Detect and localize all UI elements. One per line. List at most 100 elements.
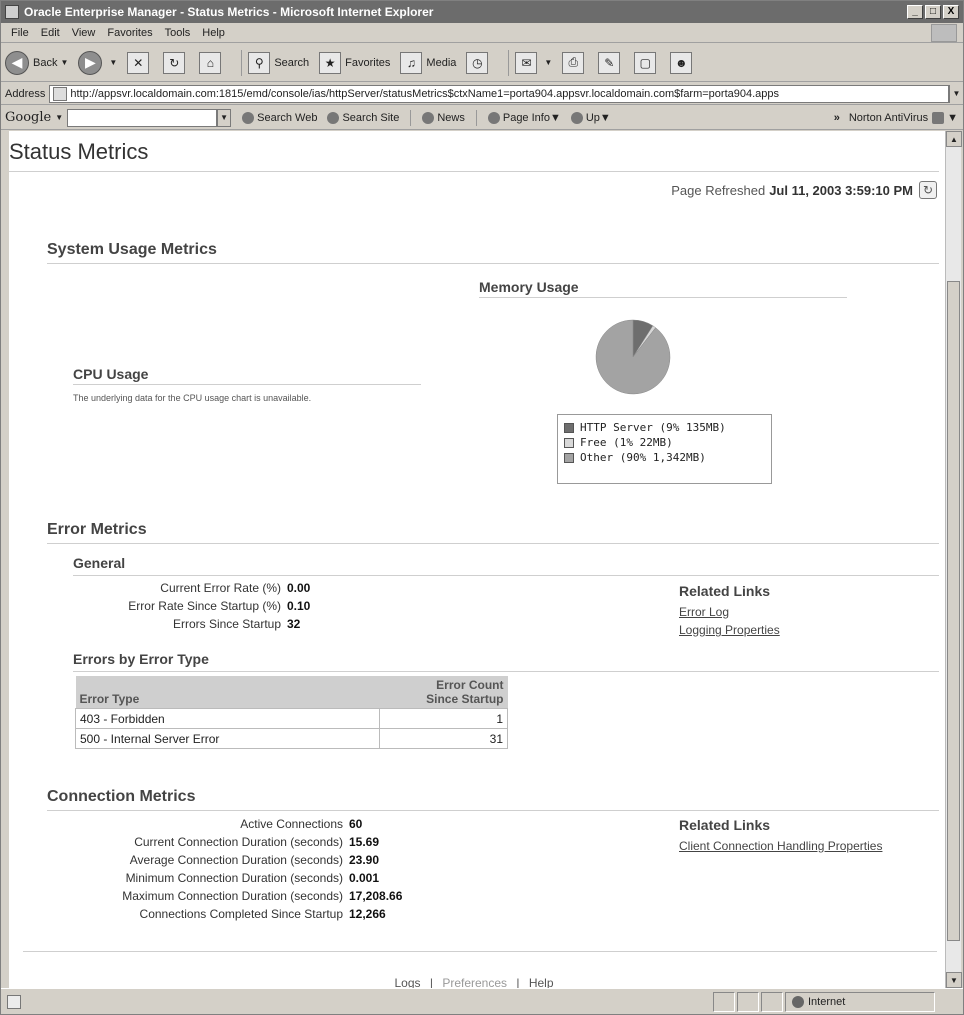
footer-help-link[interactable]: Help bbox=[529, 976, 554, 988]
messenger-button[interactable]: ☻ bbox=[670, 51, 696, 74]
discuss-button[interactable]: ▢ bbox=[634, 51, 660, 74]
legend-label: Free (1% 22MB) bbox=[580, 436, 673, 449]
google-toolbar: Google ▼ ▼ Search Web Search Site News P… bbox=[1, 106, 963, 130]
chevron-down-icon[interactable]: ▼ bbox=[109, 58, 117, 67]
kv-row: Errors Since Startup 32 bbox=[49, 617, 300, 631]
print-button[interactable]: ⎙ bbox=[562, 51, 588, 74]
printer-icon: ⎙ bbox=[562, 51, 585, 74]
kv-value: 32 bbox=[287, 617, 301, 631]
more-chevron-icon[interactable]: » bbox=[834, 112, 840, 124]
favorites-button[interactable]: ★ Favorites bbox=[319, 51, 390, 74]
address-bar: Address http://appsvr.localdomain.com:18… bbox=[1, 83, 963, 105]
media-button[interactable]: ♫ Media bbox=[400, 51, 456, 74]
kv-label: Connections Completed Since Startup bbox=[139, 907, 343, 921]
discuss-icon: ▢ bbox=[634, 51, 657, 74]
binoculars-icon bbox=[242, 111, 255, 124]
error-log-link[interactable]: Error Log bbox=[679, 605, 729, 619]
address-dropdown-button[interactable]: ▼ bbox=[949, 84, 963, 103]
status-cell bbox=[737, 991, 759, 1012]
menu-favorites[interactable]: Favorites bbox=[101, 27, 158, 39]
page-icon bbox=[53, 86, 68, 101]
refresh-page-icon[interactable]: ↻ bbox=[919, 181, 937, 199]
home-icon: ⌂ bbox=[199, 51, 222, 74]
connection-related-links-heading: Related Links bbox=[679, 817, 771, 833]
page-info-button[interactable]: Page Info ▼ bbox=[487, 111, 561, 124]
kv-label: Average Connection Duration (seconds) bbox=[129, 853, 343, 867]
legend-swatch bbox=[564, 422, 574, 433]
menu-tools[interactable]: Tools bbox=[159, 27, 197, 39]
google-search-input[interactable] bbox=[67, 108, 218, 127]
col-error-count-line2: Since Startup bbox=[426, 692, 504, 706]
memory-legend: HTTP Server (9% 135MB) Free (1% 22MB) Ot… bbox=[557, 414, 772, 484]
menu-file[interactable]: File bbox=[5, 27, 35, 39]
news-button[interactable]: News bbox=[422, 111, 465, 124]
error-count-cell: 1 bbox=[379, 708, 508, 729]
back-button[interactable]: ◀ Back ▼ bbox=[5, 50, 68, 75]
col-error-count-line1: Error Count bbox=[436, 678, 504, 692]
refresh-button[interactable]: ↻ bbox=[163, 51, 189, 74]
error-related-links-heading: Related Links bbox=[679, 583, 771, 599]
kv-row: Current Error Rate (%) 0.00 bbox=[49, 581, 310, 595]
forward-arrow-icon: ▶ bbox=[78, 50, 103, 75]
error-count-cell: 31 bbox=[379, 728, 508, 749]
forward-button[interactable]: ▶ ▼ bbox=[78, 50, 117, 75]
ie-icon bbox=[5, 5, 19, 19]
error-metrics-heading: Error Metrics bbox=[47, 521, 147, 538]
browser-window: Oracle Enterprise Manager - Status Metri… bbox=[0, 0, 964, 1015]
legend-item: Free (1% 22MB) bbox=[564, 436, 765, 449]
vertical-scrollbar[interactable]: ▲ ▼ bbox=[945, 131, 962, 988]
kv-label: Maximum Connection Duration (seconds) bbox=[122, 889, 343, 903]
legend-label: Other (90% 1,342MB) bbox=[580, 451, 706, 464]
norton-button[interactable]: Norton AntiVirus ▼ bbox=[849, 111, 958, 124]
col-error-type[interactable]: Error Type bbox=[75, 676, 380, 709]
maximize-button[interactable]: □ bbox=[925, 5, 941, 19]
history-button[interactable]: ◷ bbox=[466, 51, 492, 74]
general-divider bbox=[73, 575, 939, 576]
refresh-icon: ↻ bbox=[163, 51, 186, 74]
up-folder-icon bbox=[570, 111, 583, 124]
errors-by-type-heading: Errors by Error Type bbox=[73, 651, 209, 667]
close-button[interactable]: X bbox=[943, 5, 959, 19]
scroll-thumb[interactable] bbox=[947, 281, 960, 941]
search-site-button[interactable]: Search Site bbox=[327, 111, 399, 124]
footer-preferences-link[interactable]: Preferences bbox=[442, 976, 507, 988]
up-button[interactable]: Up ▼ bbox=[570, 111, 611, 124]
system-usage-divider bbox=[47, 263, 939, 264]
menu-help[interactable]: Help bbox=[196, 27, 231, 39]
star-icon: ★ bbox=[319, 51, 342, 74]
menu-view[interactable]: View bbox=[66, 27, 102, 39]
minimize-button[interactable]: _ bbox=[907, 5, 923, 19]
col-error-count[interactable]: Error Count Since Startup bbox=[379, 676, 508, 709]
home-button[interactable]: ⌂ bbox=[199, 51, 225, 74]
toolbar-separator bbox=[410, 109, 412, 126]
edit-button[interactable]: ✎ bbox=[598, 51, 624, 74]
search-button[interactable]: ⚲ Search bbox=[248, 51, 309, 74]
legend-swatch bbox=[564, 452, 574, 463]
logging-properties-link[interactable]: Logging Properties bbox=[679, 623, 780, 637]
search-web-button[interactable]: Search Web bbox=[242, 111, 317, 124]
search-site-icon bbox=[327, 111, 340, 124]
system-usage-heading: System Usage Metrics bbox=[47, 241, 217, 258]
scroll-up-button[interactable]: ▲ bbox=[946, 131, 962, 147]
scroll-down-button[interactable]: ▼ bbox=[946, 972, 962, 988]
messenger-icon: ☻ bbox=[670, 51, 693, 74]
footer-logs-link[interactable]: Logs bbox=[394, 976, 420, 988]
page-info-label: Page Info bbox=[502, 111, 550, 124]
news-icon bbox=[422, 111, 435, 124]
errors-table: Error Type Error Count Since Startup 403 … bbox=[75, 676, 508, 749]
client-connection-handling-link[interactable]: Client Connection Handling Properties bbox=[679, 839, 882, 853]
chevron-down-icon[interactable]: ▼ bbox=[60, 58, 68, 67]
mail-button[interactable]: ✉ ▼ bbox=[515, 51, 552, 74]
google-dropdown-button[interactable]: ▼ bbox=[217, 108, 232, 127]
toolbar: ◀ Back ▼ ▶ ▼ ✕ ↻ ⌂ ⚲ Search ★ Favorites … bbox=[1, 44, 963, 82]
chevron-down-icon: ▼ bbox=[549, 111, 561, 124]
menu-edit[interactable]: Edit bbox=[35, 27, 66, 39]
address-input[interactable]: http://appsvr.localdomain.com:1815/emd/c… bbox=[49, 84, 949, 103]
footer-divider bbox=[23, 951, 937, 952]
stop-button[interactable]: ✕ bbox=[127, 51, 153, 74]
chevron-down-icon[interactable]: ▼ bbox=[55, 113, 63, 122]
memory-pie-chart bbox=[595, 319, 671, 395]
pie-slice-other bbox=[595, 319, 671, 395]
google-logo[interactable]: Google bbox=[5, 110, 51, 125]
chevron-down-icon[interactable]: ▼ bbox=[544, 58, 552, 67]
